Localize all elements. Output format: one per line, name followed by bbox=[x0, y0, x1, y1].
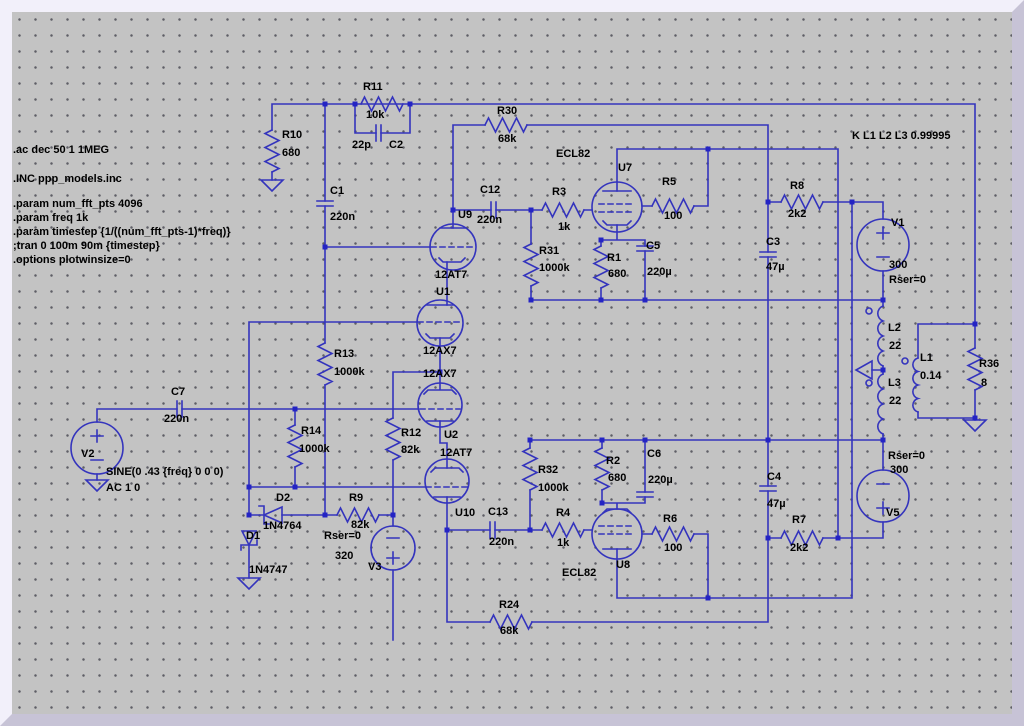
tube-U2-triode-inverted[interactable] bbox=[417, 371, 463, 428]
resistor-R10[interactable] bbox=[264, 129, 280, 173]
resistor-R2[interactable] bbox=[594, 447, 610, 491]
resistor-R24[interactable] bbox=[489, 614, 533, 630]
resistor-R32[interactable] bbox=[522, 447, 538, 491]
resistor-R31[interactable] bbox=[523, 243, 539, 287]
ground-icon bbox=[237, 577, 261, 590]
resistor-R30[interactable] bbox=[484, 117, 528, 133]
resistor-R36[interactable] bbox=[967, 347, 983, 391]
voltage-source-V1[interactable] bbox=[856, 218, 910, 272]
capacitor-C2[interactable] bbox=[375, 124, 382, 142]
resistor-R7[interactable] bbox=[780, 530, 824, 546]
capacitor-C13[interactable] bbox=[489, 521, 496, 539]
center-tap-arrow-icon bbox=[854, 359, 873, 381]
phase-dot-L2 bbox=[865, 307, 873, 315]
resistor-R14[interactable] bbox=[287, 424, 303, 468]
capacitor-C4[interactable] bbox=[759, 485, 777, 492]
capacitor-C6[interactable] bbox=[636, 491, 654, 498]
ground-icon bbox=[85, 479, 109, 492]
circuit-graphics bbox=[70, 96, 987, 641]
schematic-window: .ac dec 50 1 1MEG .INC ppp_models.inc .par… bbox=[0, 0, 1024, 726]
inductor-L2[interactable] bbox=[877, 304, 886, 368]
ground-symbols bbox=[85, 179, 987, 590]
resistor-R5[interactable] bbox=[651, 198, 695, 214]
resistor-R3[interactable] bbox=[541, 202, 585, 218]
inductor-L3[interactable] bbox=[877, 372, 886, 436]
resistor-R11[interactable] bbox=[360, 96, 404, 112]
schematic-canvas[interactable]: .ac dec 50 1 1MEG .INC ppp_models.inc .par… bbox=[0, 0, 1024, 726]
tube-U9-triode[interactable] bbox=[429, 223, 477, 271]
resistor-R12[interactable] bbox=[385, 417, 401, 461]
capacitor-C5[interactable] bbox=[636, 245, 654, 252]
resistor-R13[interactable] bbox=[317, 342, 333, 386]
voltage-source-V5[interactable] bbox=[856, 469, 910, 523]
capacitor-C3[interactable] bbox=[759, 251, 777, 258]
capacitor-C12[interactable] bbox=[490, 201, 497, 219]
diode-D2-zener[interactable] bbox=[258, 505, 283, 525]
ground-icon bbox=[260, 179, 284, 192]
resistor-R9[interactable] bbox=[336, 507, 380, 523]
voltage-source-V3[interactable] bbox=[370, 525, 416, 571]
ground-icon bbox=[963, 419, 987, 432]
capacitor-C7[interactable] bbox=[176, 400, 183, 418]
resistor-R6[interactable] bbox=[651, 526, 695, 542]
phase-dot-L1 bbox=[901, 357, 909, 365]
phase-dot-L3 bbox=[865, 379, 873, 387]
resistor-R8[interactable] bbox=[780, 194, 824, 210]
capacitor-C1[interactable] bbox=[316, 200, 334, 207]
voltage-source-V2[interactable] bbox=[70, 421, 124, 475]
wire-network[interactable] bbox=[96, 103, 976, 641]
resistor-R1[interactable] bbox=[593, 245, 609, 289]
resistor-R4[interactable] bbox=[541, 522, 585, 538]
inductor-L1[interactable] bbox=[912, 357, 922, 413]
